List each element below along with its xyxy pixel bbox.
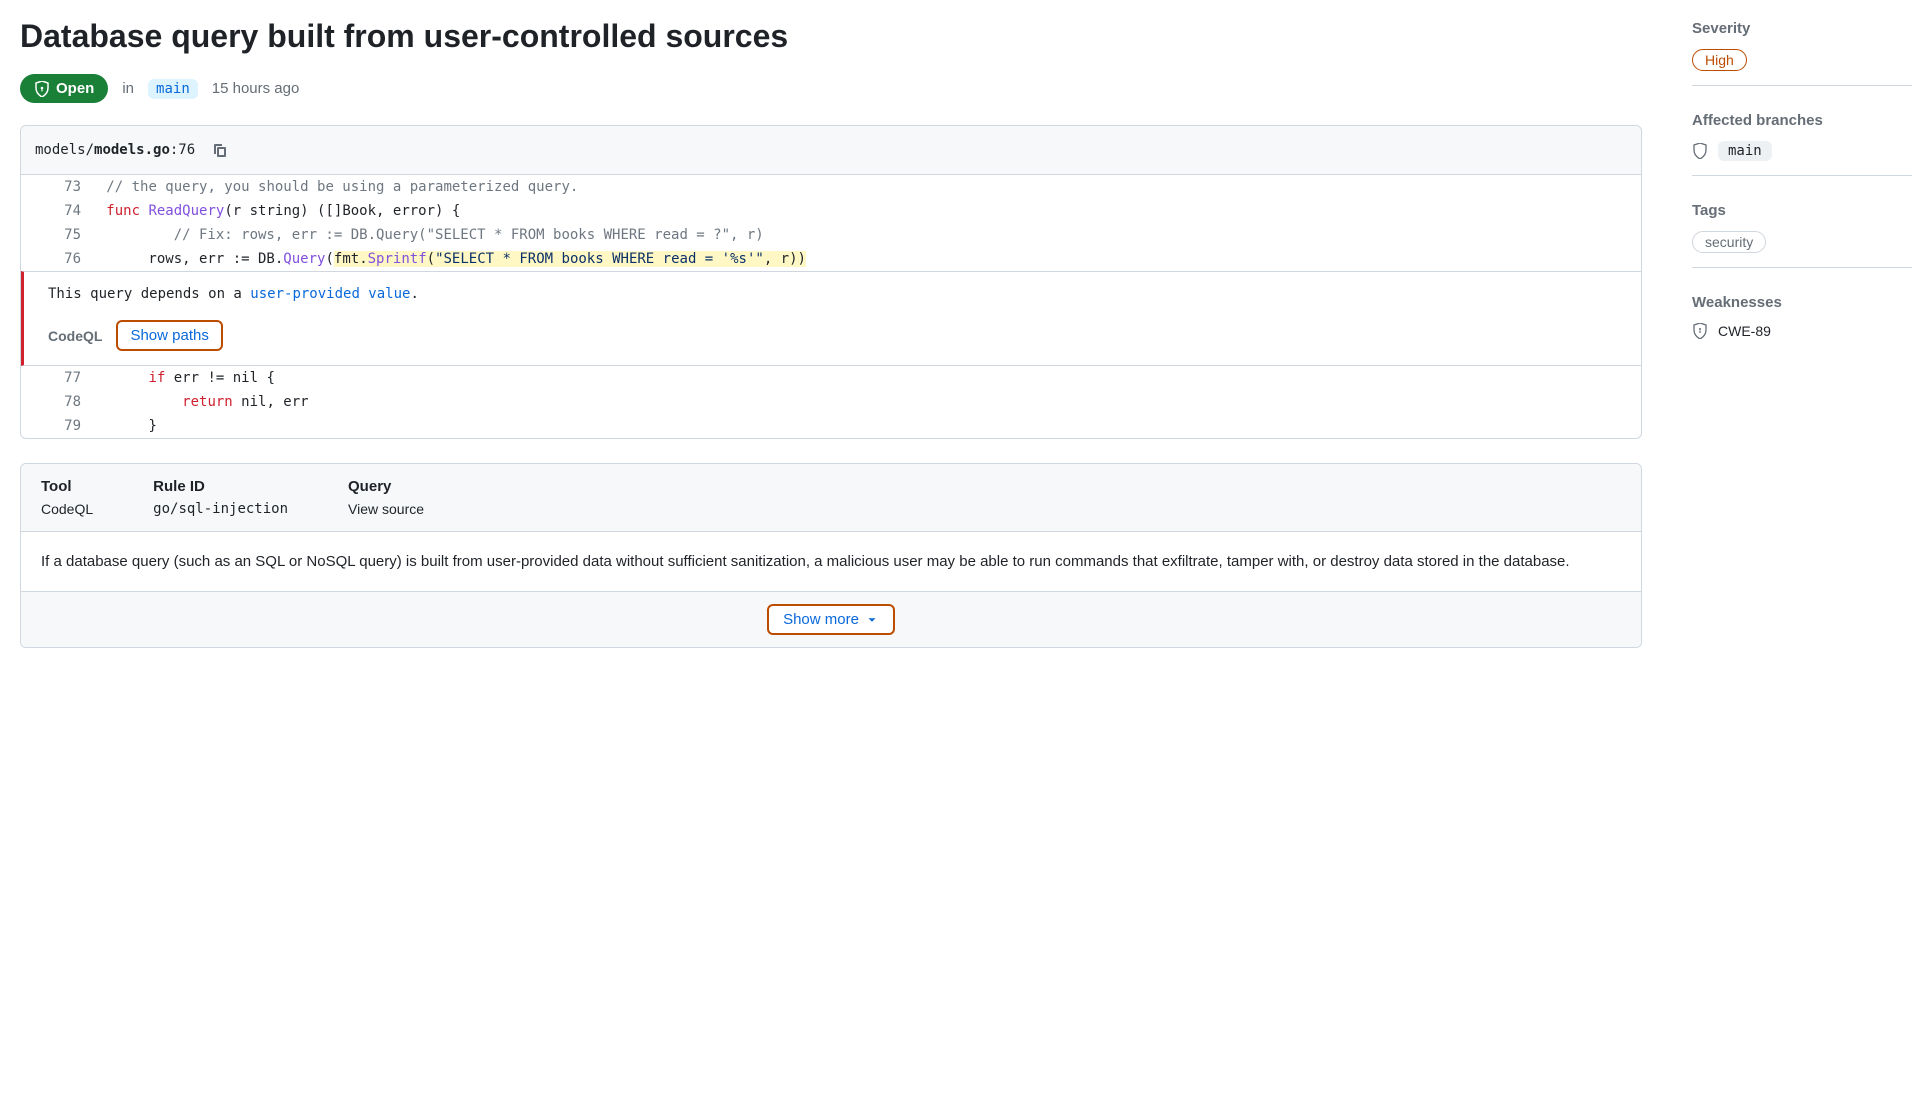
tag-pill[interactable]: security xyxy=(1692,231,1766,253)
in-text: in xyxy=(122,80,134,97)
code-line: 77 if err != nil { xyxy=(21,366,1641,390)
section-title: Tags xyxy=(1692,202,1912,219)
show-more-button[interactable]: Show more xyxy=(767,604,895,635)
cwe-link[interactable]: CWE-89 xyxy=(1718,323,1771,339)
path-file: models.go xyxy=(94,142,170,158)
comment: // Fix: rows, err := DB.Query("SELECT * … xyxy=(174,227,764,243)
string-literal: "SELECT * FROM books WHERE read = '%s'" xyxy=(435,251,764,267)
copy-button[interactable] xyxy=(205,136,233,164)
path-line: :76 xyxy=(170,142,195,158)
code-text: } xyxy=(148,418,156,434)
copy-icon xyxy=(211,142,227,158)
tags-section: Tags security xyxy=(1692,202,1912,268)
section-title: Affected branches xyxy=(1692,112,1912,129)
code-text: rows, err := DB. xyxy=(81,251,283,267)
details-panel: Tool CodeQL Rule ID go/sql-injection Que… xyxy=(20,463,1642,648)
shield-icon xyxy=(34,81,50,97)
user-value-link[interactable]: user-provided value xyxy=(250,286,410,302)
show-more-row: Show more xyxy=(21,592,1641,647)
show-paths-button[interactable]: Show paths xyxy=(116,320,222,351)
details-col-tool: Tool CodeQL xyxy=(41,478,93,517)
codeql-label: CodeQL xyxy=(48,328,102,344)
section-title: Severity xyxy=(1692,20,1912,37)
code-text: ( xyxy=(427,251,435,267)
view-source-link[interactable]: View source xyxy=(348,501,424,517)
code-table: 73 // the query, you should be using a p… xyxy=(21,175,1641,271)
code-text: (r string) ([]Book, error) { xyxy=(224,203,460,219)
col-value: go/sql-injection xyxy=(153,501,288,517)
code-text: fmt xyxy=(334,251,359,267)
code-line: 74 func ReadQuery(r string) ([]Book, err… xyxy=(21,199,1641,223)
show-more-label: Show more xyxy=(783,611,859,628)
severity-pill: High xyxy=(1692,49,1747,71)
branch-pill[interactable]: main xyxy=(1718,141,1772,161)
sidebar: Severity High Affected branches main Tag… xyxy=(1692,16,1912,379)
code-line: 73 // the query, you should be using a p… xyxy=(21,175,1641,199)
meta-row: Open in main 15 hours ago xyxy=(20,74,1642,103)
col-header: Tool xyxy=(41,478,93,495)
section-title: Weaknesses xyxy=(1692,294,1912,311)
keyword: return xyxy=(182,394,233,410)
code-line: 75 // Fix: rows, err := DB.Query("SELECT… xyxy=(21,223,1641,247)
branch-link[interactable]: main xyxy=(148,79,198,99)
msg-text: . xyxy=(410,286,418,302)
col-value: CodeQL xyxy=(41,501,93,517)
status-label: Open xyxy=(56,80,94,97)
keyword: if xyxy=(148,370,165,386)
func-name: Sprintf xyxy=(368,251,427,267)
page-title: Database query built from user-controlle… xyxy=(20,16,1642,56)
severity-section: Severity High xyxy=(1692,20,1912,86)
file-path[interactable]: models/models.go:76 xyxy=(35,142,195,158)
code-line: 79 } xyxy=(21,414,1641,438)
alert-message: This query depends on a user-provided va… xyxy=(48,286,1627,302)
details-header: Tool CodeQL Rule ID go/sql-injection Que… xyxy=(21,464,1641,532)
code-text: nil, err xyxy=(233,394,309,410)
status-badge: Open xyxy=(20,74,108,103)
code-table: 77 if err != nil { 78 return nil, err 79… xyxy=(21,366,1641,438)
path-dir: models/ xyxy=(35,142,94,158)
code-text xyxy=(81,394,182,410)
details-col-query: Query View source xyxy=(348,478,424,517)
branches-section: Affected branches main xyxy=(1692,112,1912,176)
alert-panel: This query depends on a user-provided va… xyxy=(21,271,1641,366)
comment: // the query, you should be using a para… xyxy=(106,179,578,195)
col-header: Rule ID xyxy=(153,478,288,495)
timestamp: 15 hours ago xyxy=(212,80,300,97)
weaknesses-section: Weaknesses CWE-89 xyxy=(1692,294,1912,353)
description: If a database query (such as an SQL or N… xyxy=(21,532,1641,592)
col-header: Query xyxy=(348,478,424,495)
shield-icon xyxy=(1692,143,1708,159)
func-name: ReadQuery xyxy=(148,203,224,219)
msg-text: This query depends on a xyxy=(48,286,250,302)
code-line: 78 return nil, err xyxy=(21,390,1641,414)
func-name: Query xyxy=(283,251,325,267)
details-col-rule: Rule ID go/sql-injection xyxy=(153,478,288,517)
code-text: , r)) xyxy=(764,251,806,267)
code-text: err != nil { xyxy=(165,370,275,386)
shield-icon xyxy=(1692,323,1708,339)
code-text xyxy=(81,370,148,386)
chevron-down-icon xyxy=(865,613,879,627)
keyword: func xyxy=(106,203,140,219)
code-panel: models/models.go:76 73 // the query, you… xyxy=(20,125,1642,439)
code-line: 76 rows, err := DB.Query(fmt.Sprintf("SE… xyxy=(21,247,1641,271)
code-header: models/models.go:76 xyxy=(21,126,1641,175)
code-text: ( xyxy=(325,251,333,267)
code-text: . xyxy=(359,251,367,267)
